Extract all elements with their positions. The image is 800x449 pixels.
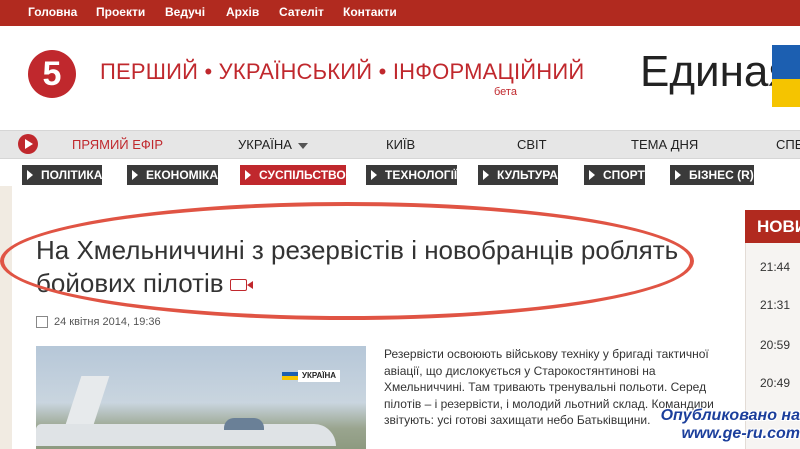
- ad-banner-text[interactable]: Единая: [640, 47, 792, 97]
- article-meta: 24 квітня 2014, 19:36: [36, 316, 366, 329]
- category-bar: ПОЛІТИКА ЕКОНОМІКА СУСПІЛЬСТВО ТЕХНОЛОГІ…: [0, 162, 800, 186]
- ad-flag-yellow: [772, 79, 800, 107]
- aircraft-fuselage: [36, 424, 336, 446]
- page-margin: [0, 186, 12, 449]
- top-menu-satellite[interactable]: Сателіт: [279, 0, 324, 26]
- highlight-ellipse: [0, 202, 694, 320]
- article-photo[interactable]: УКРАЇНА: [36, 346, 366, 449]
- chevron-down-icon: [297, 142, 308, 149]
- brand-tagline: ПЕРШИЙ • УКРАЇНСЬКИЙ • ІНФОРМАЦІЙНИЙ: [100, 59, 585, 84]
- play-icon[interactable]: [18, 134, 38, 154]
- news-time[interactable]: 21:31: [760, 298, 790, 312]
- article-date: 24 квітня 2014, 19:36: [54, 316, 161, 328]
- category-sport[interactable]: СПОРТ: [584, 165, 645, 185]
- main-nav: ПРЯМИЙ ЕФІР УКРАЇНА КИЇВ СВІТ ТЕМА ДНЯ С…: [0, 130, 800, 159]
- nav-kyiv[interactable]: КИЇВ: [386, 131, 415, 158]
- top-menu-hosts[interactable]: Ведучі: [165, 0, 205, 26]
- category-politics[interactable]: ПОЛІТИКА: [22, 165, 103, 185]
- nav-ukraine[interactable]: УКРАЇНА: [238, 131, 308, 158]
- news-feed-header[interactable]: НОВИ: [745, 210, 800, 243]
- ad-flag-blue: [772, 45, 800, 79]
- category-business[interactable]: БІЗНЕС (R): [670, 165, 754, 185]
- news-time[interactable]: 20:59: [760, 338, 790, 352]
- calendar-icon: [36, 316, 48, 329]
- nav-ukraine-label: УКРАЇНА: [238, 137, 292, 152]
- category-technology[interactable]: ТЕХНОЛОГІЇ: [366, 165, 458, 185]
- aircraft-cockpit: [224, 418, 264, 430]
- category-culture[interactable]: КУЛЬТУРА: [478, 165, 558, 185]
- watermark-line1: Опубликовано на: [660, 407, 800, 424]
- beta-label: бета: [494, 86, 517, 98]
- site-header: 5 ПЕРШИЙ • УКРАЇНСЬКИЙ • ІНФОРМАЦІЙНИЙ б…: [0, 26, 800, 126]
- watermark-line2: www.ge-ru.com: [681, 425, 800, 442]
- top-menu-home[interactable]: Головна: [28, 0, 77, 26]
- nav-topic-of-day[interactable]: ТЕМА ДНЯ: [631, 131, 698, 158]
- channel-logo[interactable]: 5: [28, 50, 76, 98]
- top-menu-contacts[interactable]: Контакти: [343, 0, 397, 26]
- logo-number: 5: [42, 55, 62, 93]
- news-time[interactable]: 20:49: [760, 376, 790, 390]
- watermark: Опубликовано на www.ge-ru.com: [628, 407, 800, 443]
- top-menu-projects[interactable]: Проекти: [96, 0, 145, 26]
- category-economy[interactable]: ЕКОНОМІКА: [127, 165, 218, 185]
- category-society[interactable]: СУСПІЛЬСТВО: [240, 165, 346, 185]
- nav-live-stream[interactable]: ПРЯМИЙ ЕФІР: [72, 131, 163, 158]
- nav-special[interactable]: СПЕ: [776, 131, 800, 158]
- top-menu-bar: Головна Проекти Ведучі Архів Сателіт Кон…: [0, 0, 800, 26]
- news-time[interactable]: 21:44: [760, 260, 790, 274]
- tv-caption: УКРАЇНА: [298, 370, 341, 382]
- top-menu-archive[interactable]: Архів: [226, 0, 259, 26]
- nav-world[interactable]: СВІТ: [517, 131, 547, 158]
- tv-flag-yellow: [282, 376, 298, 380]
